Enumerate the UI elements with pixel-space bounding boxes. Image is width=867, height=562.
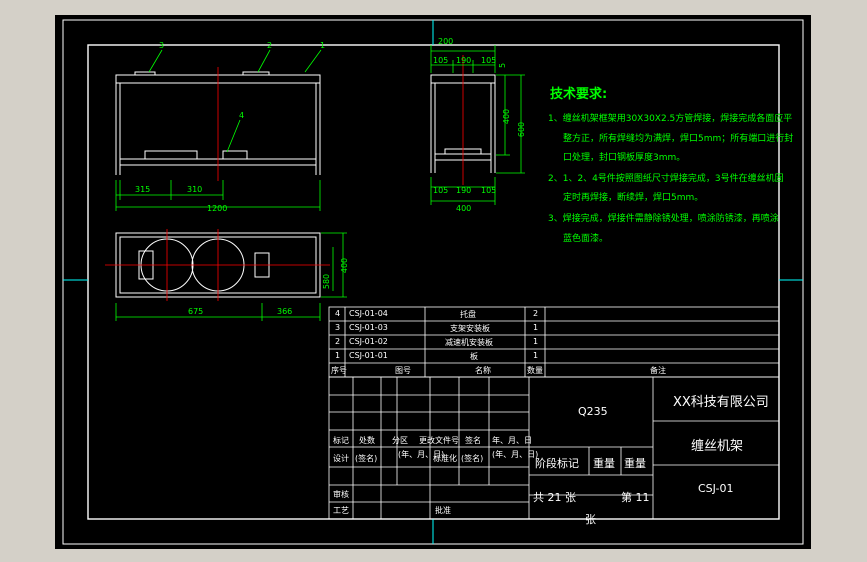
dim-side-200: 200: [438, 37, 454, 46]
label-count: 处数: [359, 436, 375, 445]
label-zone: 分区: [392, 436, 408, 445]
sheets-total: 共 21 张: [533, 491, 576, 504]
dim-side-190b: 190: [456, 186, 472, 195]
label-standard-sign: (签名): [461, 454, 484, 463]
dim-top-366: 366: [277, 307, 293, 316]
dim-top-675: 675: [188, 307, 204, 316]
dim-side-190a: 190: [456, 56, 472, 65]
label-approve: 批准: [435, 506, 451, 515]
tech-req-line-6: 3、焊接完成，焊接件需静除锈处理，喷涂防锈漆，再喷涂: [548, 214, 779, 224]
bom-row-name: 支架安装板: [450, 324, 490, 333]
tech-req-line-4: 2、1、2、4号件按照图纸尺寸焊接完成，3号件在缠丝机固: [548, 174, 784, 184]
bom-header-qty: 数量: [527, 366, 543, 375]
label-date: 年、月、日: [492, 436, 532, 445]
drawing-name: 缠丝机架: [691, 439, 744, 454]
stage-label: 阶段标记: [535, 457, 579, 470]
dim-front-315: 315: [135, 185, 151, 194]
label-sign: 签名: [465, 436, 481, 445]
bom-header-note: 备注: [650, 366, 666, 375]
dim-side-105c: 105: [433, 186, 449, 195]
tech-req-line-3: 口处理，封口钢板厚度3mm。: [563, 153, 686, 163]
dim-top-580: 580: [322, 273, 332, 290]
drawing-number: CSJ-01: [698, 482, 734, 495]
tech-req-line-1: 1、缠丝机架框架用30X30X2.5方管焊接，焊接完成各面应平: [548, 114, 793, 124]
tech-req-line-2: 整方正，所有焊缝均为满焊，焊口5mm；所有端口进行封: [563, 134, 794, 144]
bom-row-name: 减速机安装板: [445, 338, 493, 347]
bom-row-qty: 1: [533, 337, 539, 346]
bom-row-name: 托盘: [460, 310, 476, 319]
bom-row-code: CSJ-01-04: [349, 309, 388, 318]
balloon-3: 3: [159, 41, 165, 50]
dim-side-105d: 105: [481, 186, 497, 195]
dim-front-1200: 1200: [207, 204, 228, 213]
top-dim-lines: [115, 232, 347, 321]
dim-side-h1: 400: [502, 108, 512, 125]
dim-side-top: 5: [498, 62, 508, 69]
bom-row-qty: 1: [533, 351, 539, 360]
label-change-doc: 更改文件号: [419, 436, 459, 445]
drawing-sheet: 技术要求: 1、缠丝机架框架用30X30X2.5方管焊接，焊接完成各面应平 整方…: [55, 15, 811, 549]
side-dim-lines: [430, 45, 525, 205]
dim-side-400: 400: [456, 204, 472, 213]
label-design-sign: (签名): [355, 454, 378, 463]
bom-row-no: 1: [335, 351, 341, 360]
bom-row-code: CSJ-01-01: [349, 351, 388, 360]
bom-row-qty: 2: [533, 309, 539, 318]
bom-row-code: CSJ-01-02: [349, 337, 388, 346]
tech-req-line-5: 定时再焊接，断续焊，焊口5mm。: [563, 193, 704, 203]
bom-row-no: 3: [335, 323, 341, 332]
bom-row-qty: 1: [533, 323, 539, 332]
balloon-2: 2: [267, 41, 273, 50]
label-mark: 标记: [333, 436, 349, 445]
bom-row-name: 板: [470, 352, 478, 361]
company-name: XX科技有限公司: [673, 395, 769, 410]
dim-front-310: 310: [187, 185, 203, 194]
tech-req-line-7: 蓝色面漆。: [563, 234, 609, 244]
bom-row-code: CSJ-01-03: [349, 323, 388, 332]
bom-header-code: 图号: [395, 366, 411, 375]
bom-header-name: 名称: [475, 366, 491, 375]
sheet-number: 第 11: [621, 491, 650, 504]
sheet-unit: 张: [585, 513, 596, 526]
weight-label: 重量: [593, 457, 615, 470]
balloon-1: 1: [320, 41, 326, 50]
label-design: 设计: [333, 454, 349, 463]
dim-side-105a: 105: [433, 56, 449, 65]
label-date3: (年、月、日): [492, 450, 539, 459]
bom-row-no: 4: [335, 309, 341, 318]
dim-side-h2: 600: [517, 121, 527, 138]
dim-side-105b: 105: [481, 56, 497, 65]
label-standard: 标准化: [433, 454, 457, 463]
scale-label: 重量: [624, 457, 646, 470]
label-review: 审核: [333, 490, 349, 499]
label-process: 工艺: [333, 506, 349, 515]
cad-drawing-canvas: [62, 19, 804, 545]
material: Q235: [578, 405, 608, 418]
balloon-4: 4: [239, 111, 245, 120]
bom-header-no: 序号: [331, 366, 347, 375]
bom-row-no: 2: [335, 337, 341, 346]
dim-top-400: 400: [340, 257, 350, 274]
tech-requirements-title: 技术要求:: [550, 87, 608, 102]
